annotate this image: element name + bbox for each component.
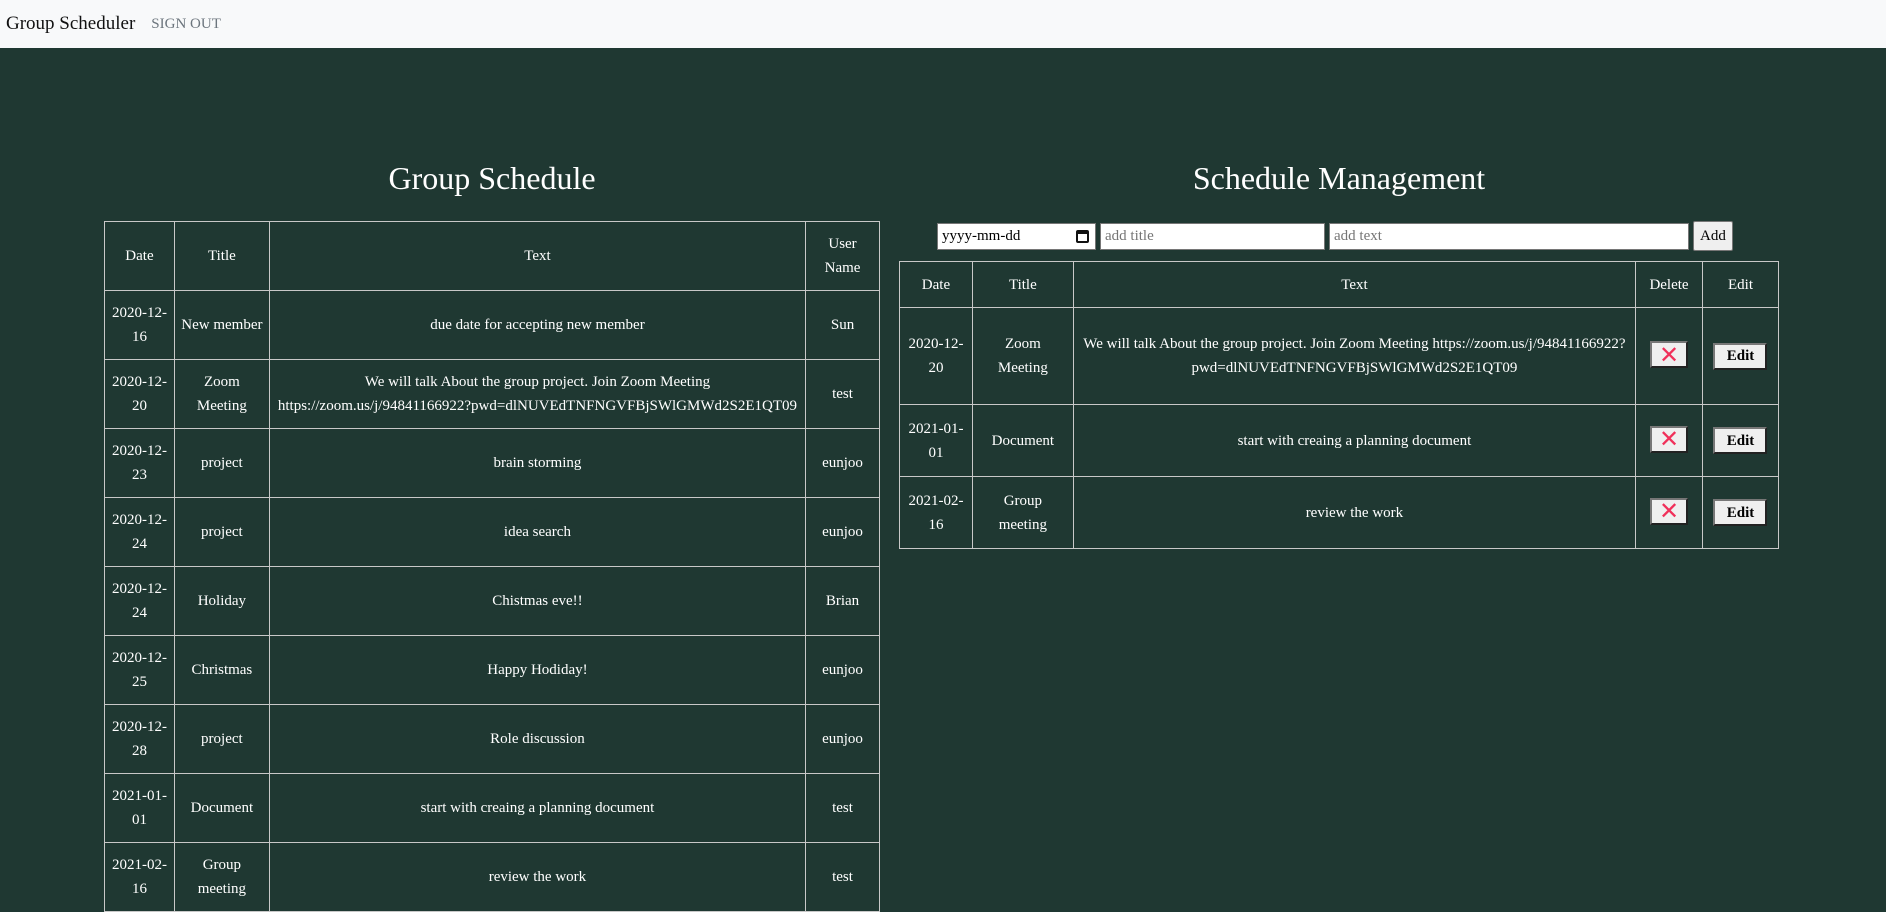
sign-out-link[interactable]: SIGN OUT: [151, 16, 221, 33]
close-icon: ✕: [1658, 340, 1680, 369]
cell-date: 2020-12-24: [104, 497, 175, 567]
column-header-text: Text: [1072, 261, 1637, 308]
cell-title: Group meeting: [971, 476, 1074, 549]
date-placeholder: yyyy-mm-dd: [942, 227, 1021, 244]
cell-title: project: [173, 428, 270, 498]
close-icon: ✕: [1658, 425, 1680, 454]
cell-date: 2020-12-20: [899, 307, 973, 405]
cell-title: Document: [971, 404, 1074, 477]
table-row: 2020-12-16 New member due date for accepti…: [104, 290, 880, 360]
date-input[interactable]: yyyy-mm-dd: [937, 222, 1096, 250]
schedule-management-title: Schedule Management: [1192, 160, 1486, 196]
close-icon: ✕: [1658, 497, 1680, 526]
calendar-icon[interactable]: [1076, 229, 1089, 243]
cell-text: start with creaing a planning document: [1072, 404, 1637, 477]
cell-text: due date for accepting new member: [268, 290, 807, 360]
column-header-date: Date: [104, 221, 175, 291]
add-schedule-form: yyyy-mm-dd add title add text Add: [937, 221, 1733, 251]
table-row: 2020-12-28 project Role discussion eunjoo: [104, 704, 880, 774]
delete-button[interactable]: ✕: [1650, 340, 1689, 369]
table-row: 2021-01-01 Document start with creaing a p…: [899, 404, 1780, 477]
cell-user-name: test: [805, 773, 880, 843]
cell-title: Holiday: [173, 566, 270, 636]
table-row: 2020-12-24 project idea search eunjoo: [104, 497, 880, 567]
table-row: 2021-01-01 Document start with creaing a p…: [104, 773, 880, 843]
table-row: 2021-02-16 Group meeting review the work ✕ E…: [899, 476, 1780, 549]
cell-text: Role discussion: [268, 704, 807, 774]
cell-title: project: [173, 497, 270, 567]
cell-user-name: eunjoo: [805, 704, 880, 774]
text-input[interactable]: add text: [1329, 222, 1689, 250]
edit-button[interactable]: Edit: [1713, 427, 1768, 454]
cell-title: New member: [173, 290, 270, 360]
cell-text: start with creaing a planning document: [268, 773, 807, 843]
group-schedule-title: Group Schedule: [388, 160, 596, 196]
cell-user-name: eunjoo: [805, 497, 880, 567]
cell-title: Zoom Meeting: [173, 359, 270, 429]
column-header-user-name: User Name: [805, 221, 880, 291]
column-header-delete: Delete: [1635, 261, 1703, 308]
table-row: 2020-12-25 Christmas Happy Hodiday! eunjoo: [104, 635, 880, 705]
cell-title: Christmas: [173, 635, 270, 705]
edit-button[interactable]: Edit: [1713, 342, 1768, 370]
cell-edit: Edit: [1701, 307, 1780, 405]
cell-date: 2021-02-16: [899, 476, 973, 549]
cell-text: Happy Hodiday!: [268, 635, 807, 705]
cell-text: Chistmas eve!!: [268, 566, 807, 636]
table-row: 2020-12-24 Holiday Chistmas eve!! Brian: [104, 566, 880, 636]
cell-date: 2020-12-25: [104, 635, 175, 705]
cell-delete: ✕: [1635, 307, 1703, 405]
title-input[interactable]: add title: [1100, 222, 1325, 250]
cell-delete: ✕: [1635, 476, 1703, 549]
cell-title: Zoom Meeting: [971, 307, 1074, 405]
cell-date: 2021-02-16: [104, 842, 175, 912]
cell-user-name: Brian: [805, 566, 880, 636]
cell-user-name: eunjoo: [805, 635, 880, 705]
cell-date: 2020-12-28: [104, 704, 175, 774]
column-header-title: Title: [971, 261, 1074, 308]
cell-text: review the work: [1072, 476, 1637, 549]
cell-user-name: Sun: [805, 290, 880, 360]
cell-text: idea search: [268, 497, 807, 567]
column-header-text: Text: [268, 221, 807, 291]
group-schedule-table: Date Title Text User Name 2020-12-16 New …: [104, 221, 880, 912]
delete-button[interactable]: ✕: [1650, 425, 1689, 454]
cell-user-name: test: [805, 842, 880, 912]
schedule-management-table: Date Title Text Delete Edit 2020-12-20 Zo…: [899, 261, 1780, 549]
table-row: 2021-02-16 Group meeting review the work te…: [104, 842, 880, 912]
cell-text: review the work: [268, 842, 807, 912]
cell-delete: ✕: [1635, 404, 1703, 477]
cell-date: 2020-12-24: [104, 566, 175, 636]
table-row: 2020-12-23 project brain storming eunjoo: [104, 428, 880, 498]
cell-user-name: eunjoo: [805, 428, 880, 498]
table-header-row: Date Title Text User Name: [104, 221, 880, 291]
column-header-title: Title: [173, 221, 270, 291]
table-row: 2020-12-20 Zoom Meeting We will talk About…: [899, 307, 1780, 405]
column-header-edit: Edit: [1701, 261, 1780, 308]
app-brand[interactable]: Group Scheduler: [6, 13, 135, 35]
cell-text: We will talk About the group project. Jo…: [268, 359, 807, 429]
cell-title: Group meeting: [173, 842, 270, 912]
cell-edit: Edit: [1701, 404, 1780, 477]
cell-user-name: test: [805, 359, 880, 429]
cell-date: 2020-12-20: [104, 359, 175, 429]
edit-button[interactable]: Edit: [1713, 499, 1768, 526]
column-header-date: Date: [899, 261, 973, 308]
cell-title: project: [173, 704, 270, 774]
cell-date: 2020-12-16: [104, 290, 175, 360]
cell-title: Document: [173, 773, 270, 843]
cell-date: 2021-01-01: [104, 773, 175, 843]
table-row: 2020-12-20 Zoom Meeting We will talk About…: [104, 359, 880, 429]
table-header-row: Date Title Text Delete Edit: [899, 261, 1780, 308]
cell-date: 2021-01-01: [899, 404, 973, 477]
delete-button[interactable]: ✕: [1650, 497, 1689, 526]
cell-text: brain storming: [268, 428, 807, 498]
navbar: Group Scheduler SIGN OUT: [0, 0, 1886, 48]
add-button[interactable]: Add: [1693, 221, 1733, 251]
cell-text: We will talk About the group project. Jo…: [1072, 307, 1637, 405]
cell-date: 2020-12-23: [104, 428, 175, 498]
cell-edit: Edit: [1701, 476, 1780, 549]
